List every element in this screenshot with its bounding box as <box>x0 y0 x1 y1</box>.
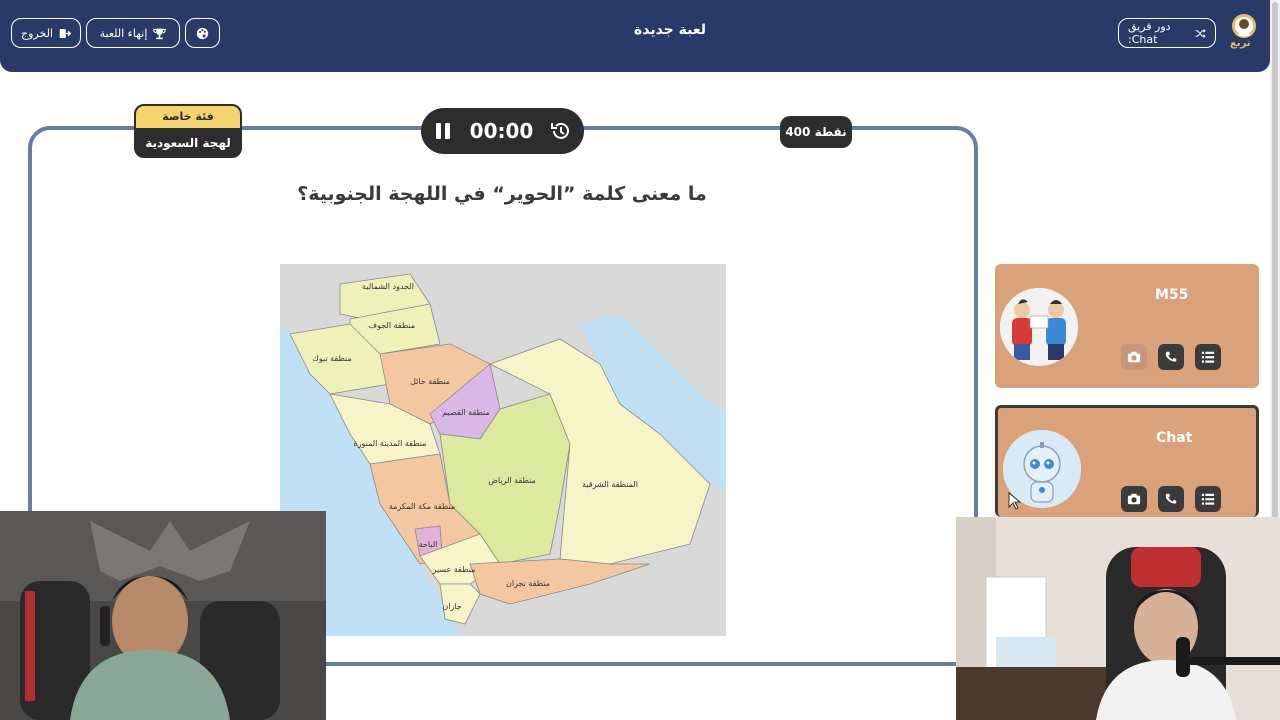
trophy-icon <box>153 28 167 39</box>
map-label-tabuk: منطقة تبوك <box>312 354 352 363</box>
team-name-m55: M55 <box>1155 287 1189 303</box>
team-list-button[interactable] <box>1195 486 1221 512</box>
page: الخروج إنهاء اللعبة لعبة جديدة دور فريق … <box>0 0 1280 720</box>
team-avatar-m55 <box>1000 288 1078 366</box>
webcam-overlay-left <box>0 511 326 720</box>
saudi-map-image: الحدود الشمالية منطقة الجوف منطقة تبوك م… <box>280 264 726 636</box>
page-title: لعبة جديدة <box>633 22 707 38</box>
mouse-cursor-icon <box>1008 492 1022 510</box>
timer-value: 00:00 <box>469 119 534 143</box>
map-label-najran: منطقة نجران <box>506 579 550 588</box>
team-list-button[interactable] <box>1195 344 1221 370</box>
timer: 00:00 <box>421 108 584 154</box>
category-tag: فئة خاصة <box>136 106 240 128</box>
team-turn-button[interactable]: دور فريق :Chat <box>1118 18 1216 48</box>
map-label-jouf: منطقة الجوف <box>369 321 415 330</box>
team-camera-button[interactable] <box>1121 344 1147 370</box>
map-label-makkah: منطقة مكة المكرمة <box>389 502 455 511</box>
camera-icon <box>1127 493 1141 505</box>
phone-icon <box>1165 351 1177 362</box>
palette-icon <box>196 27 209 39</box>
logo-text: تربع <box>1230 38 1251 49</box>
points-badge: 400 نقطة <box>780 116 852 148</box>
top-header: الخروج إنهاء اللعبة لعبة جديدة دور فريق … <box>0 0 1270 72</box>
list-icon <box>1201 493 1215 505</box>
pause-icon[interactable] <box>433 121 453 141</box>
reset-timer-icon[interactable] <box>550 120 572 142</box>
list-icon <box>1201 351 1215 363</box>
team-panel-chat: Chat <box>995 405 1259 517</box>
team-turn-label: دور فريق :Chat <box>1128 20 1171 46</box>
map-label-jazan: جازان <box>442 602 461 611</box>
team-call-button[interactable] <box>1158 344 1184 370</box>
map-label-asir: منطقة عسير <box>432 565 476 574</box>
palette-button[interactable] <box>185 18 220 48</box>
question-text: ما معنى كلمة ”الحوير“ في اللهجة الجنوبية… <box>297 183 707 205</box>
exit-button[interactable]: الخروج <box>11 18 81 48</box>
phone-icon <box>1165 493 1177 504</box>
category-name: لهجة السعودية <box>145 136 231 150</box>
camera-icon <box>1127 351 1141 363</box>
team-name-chat: Chat <box>1156 430 1193 446</box>
map-label-qassim: منطقة القصيم <box>442 408 490 417</box>
category-badge: فئة خاصة لهجة السعودية <box>134 104 242 158</box>
webcam-overlay-right <box>956 517 1280 720</box>
map-label-riyadh: منطقة الرياض <box>488 476 536 485</box>
shuffle-icon <box>1196 28 1206 38</box>
end-game-label: إنهاء اللعبة <box>99 26 148 40</box>
team-panel-m55: M55 <box>995 264 1259 388</box>
map-label-north-border: الحدود الشمالية <box>362 282 414 291</box>
team-call-button[interactable] <box>1158 486 1184 512</box>
map-label-madinah: منطقة المدينة المنورة <box>354 439 427 448</box>
map-drawing: الحدود الشمالية منطقة الجوف منطقة تبوك م… <box>280 264 726 636</box>
team-camera-button[interactable] <box>1121 486 1147 512</box>
exit-label: الخروج <box>21 26 53 40</box>
map-label-eastern: المنطقة الشرقية <box>582 480 638 489</box>
map-label-hail: منطقة حائل <box>410 377 450 386</box>
exit-icon <box>59 28 71 38</box>
map-label-baha: الباحة <box>419 540 438 549</box>
end-game-button[interactable]: إنهاء اللعبة <box>86 18 180 48</box>
